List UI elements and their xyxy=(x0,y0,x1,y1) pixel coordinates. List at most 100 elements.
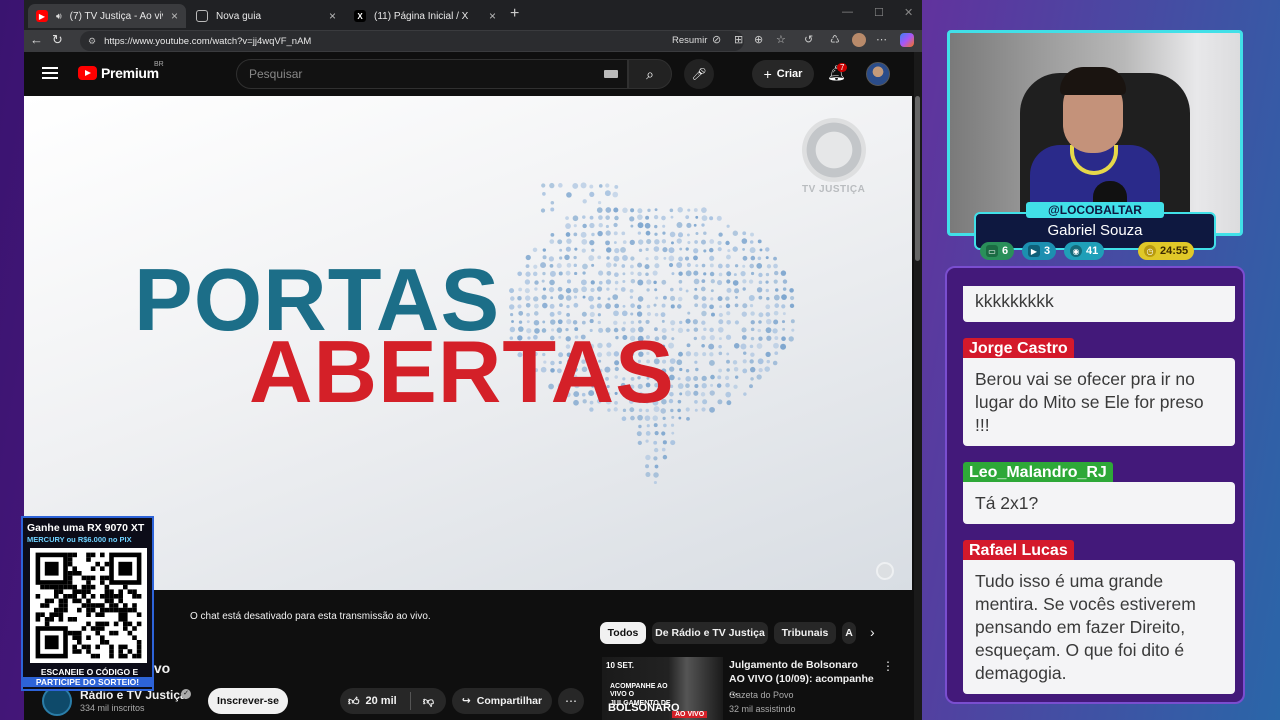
close-window-icon[interactable]: ✕ xyxy=(904,6,913,19)
map-dot xyxy=(630,256,635,261)
map-dot xyxy=(663,256,667,260)
map-dot xyxy=(759,248,763,252)
qr-module xyxy=(86,607,91,613)
map-dot xyxy=(749,263,755,269)
map-dot xyxy=(669,231,676,238)
map-dot xyxy=(573,255,577,260)
map-dot xyxy=(661,215,666,221)
chip-todos[interactable]: Todos xyxy=(600,622,646,644)
qr-module xyxy=(67,557,73,562)
qr-module xyxy=(132,653,137,659)
map-dot xyxy=(773,319,779,325)
map-dot xyxy=(669,287,674,292)
chevron-right-icon[interactable]: › xyxy=(870,624,875,640)
map-dot xyxy=(740,270,746,277)
chip-radio-tv-justica[interactable]: De Rádio e TV Justiça xyxy=(652,622,768,644)
map-dot xyxy=(548,256,555,262)
chat-disabled-notice: O chat está desativado para esta transmi… xyxy=(190,611,431,622)
map-dot xyxy=(742,247,746,251)
user-avatar[interactable] xyxy=(866,62,890,86)
map-dot xyxy=(549,263,554,268)
tab-x[interactable]: X (11) Página Inicial / X × xyxy=(346,4,504,28)
reload-icon[interactable]: ↻ xyxy=(52,32,63,48)
apps-icon[interactable]: ⊞ xyxy=(734,33,743,46)
map-dot xyxy=(622,240,627,245)
map-dot xyxy=(726,224,730,228)
speaker-icon[interactable]: 🔊︎ xyxy=(56,11,62,22)
qr-module xyxy=(136,621,142,627)
stream-chat-panel: kkkkkkkkk Jorge Castro Berou vai se ofec… xyxy=(945,266,1245,704)
map-dot xyxy=(676,359,683,366)
refresh-extension-icon[interactable]: ↺ xyxy=(804,33,813,46)
map-dot xyxy=(734,288,740,294)
qr-module xyxy=(109,603,114,608)
map-dot xyxy=(700,286,706,292)
kebab-menu-icon[interactable]: ⋮ xyxy=(882,659,894,673)
video-player[interactable]: PORTAS ABERTAS TV JUSTIÇA xyxy=(24,96,912,590)
map-dot xyxy=(645,464,650,469)
recommended-channel[interactable]: Gazeta do Povo xyxy=(729,690,794,700)
scrollbar-thumb[interactable] xyxy=(915,96,920,261)
qr-module xyxy=(90,603,96,608)
share-button[interactable]: ↪ Compartilhar xyxy=(452,688,552,714)
map-dot xyxy=(677,304,682,309)
map-dot xyxy=(622,279,626,283)
map-dot xyxy=(717,375,722,380)
zoom-icon[interactable]: ⊕ xyxy=(754,33,763,46)
close-icon[interactable]: × xyxy=(329,9,336,23)
search-input[interactable]: Pesquisar xyxy=(236,59,628,89)
map-dot xyxy=(732,246,738,252)
map-dot xyxy=(534,311,539,316)
profile-avatar[interactable] xyxy=(852,33,866,47)
qr-module xyxy=(113,630,119,636)
search-button[interactable]: ⌕ xyxy=(628,59,672,89)
new-tab-button[interactable]: + xyxy=(510,5,519,23)
map-dot xyxy=(668,262,674,268)
youtube-logo[interactable]: Premium xyxy=(78,65,159,81)
tab-youtube[interactable]: ▶ 🔊︎ (7) TV Justiça - Ao vivo - You × xyxy=(28,4,186,28)
favorite-star-icon[interactable]: ☆ xyxy=(776,33,786,46)
map-dot xyxy=(629,295,633,299)
map-dot xyxy=(670,304,675,309)
map-dot xyxy=(757,358,764,365)
map-dot xyxy=(671,431,675,435)
map-dot xyxy=(693,390,699,396)
like-button[interactable]: 👍︎ 20 mil xyxy=(340,695,410,708)
close-icon[interactable]: × xyxy=(171,9,178,23)
back-icon[interactable]: ← xyxy=(30,32,43,47)
hamburger-menu-icon[interactable] xyxy=(42,67,58,79)
qr-module xyxy=(132,626,137,631)
dislike-button[interactable]: 👎︎ xyxy=(411,695,446,708)
url-field[interactable]: ⚙ https://www.youtube.com/watch?v=jj4wqV… xyxy=(80,31,744,51)
chip-tribunais[interactable]: Tribunais xyxy=(774,622,836,644)
chip-next[interactable]: A xyxy=(842,622,856,644)
site-info-icon[interactable]: ⚙ xyxy=(88,36,96,47)
minimize-icon[interactable]: — xyxy=(842,6,853,18)
map-dot xyxy=(565,270,571,276)
map-dot xyxy=(549,279,555,286)
tab-new[interactable]: Nova guia × xyxy=(188,4,344,28)
map-dot xyxy=(701,279,706,284)
maximize-icon[interactable]: ☐ xyxy=(874,6,884,19)
extensions-icon[interactable]: ♺ xyxy=(830,33,840,46)
more-actions-button[interactable]: ⋯ xyxy=(558,688,584,714)
copilot-icon[interactable] xyxy=(900,33,914,47)
summarize-button[interactable]: Resumir xyxy=(672,35,707,46)
map-dot xyxy=(700,239,706,245)
map-dot xyxy=(693,327,699,332)
menu-dots-icon[interactable]: ⋯ xyxy=(876,33,887,46)
keyboard-icon[interactable] xyxy=(604,70,618,78)
subscribe-button[interactable]: Inscrever-se xyxy=(208,688,288,714)
qr-module xyxy=(77,640,82,645)
map-dot xyxy=(614,247,620,254)
close-icon[interactable]: × xyxy=(489,9,496,23)
map-dot xyxy=(756,287,763,293)
recommended-video-thumbnail[interactable]: 10 SET. ACOMPANHE AO VIVO O JULGAMENTO D… xyxy=(602,657,723,720)
map-dot xyxy=(630,208,635,213)
create-button[interactable]: + Criar xyxy=(752,60,814,88)
map-dot xyxy=(565,295,572,301)
map-dot xyxy=(726,254,731,260)
translate-icon[interactable]: ⊘ xyxy=(712,33,721,46)
map-dot xyxy=(758,312,764,318)
voice-search-button[interactable]: 🎤︎ xyxy=(684,59,714,89)
